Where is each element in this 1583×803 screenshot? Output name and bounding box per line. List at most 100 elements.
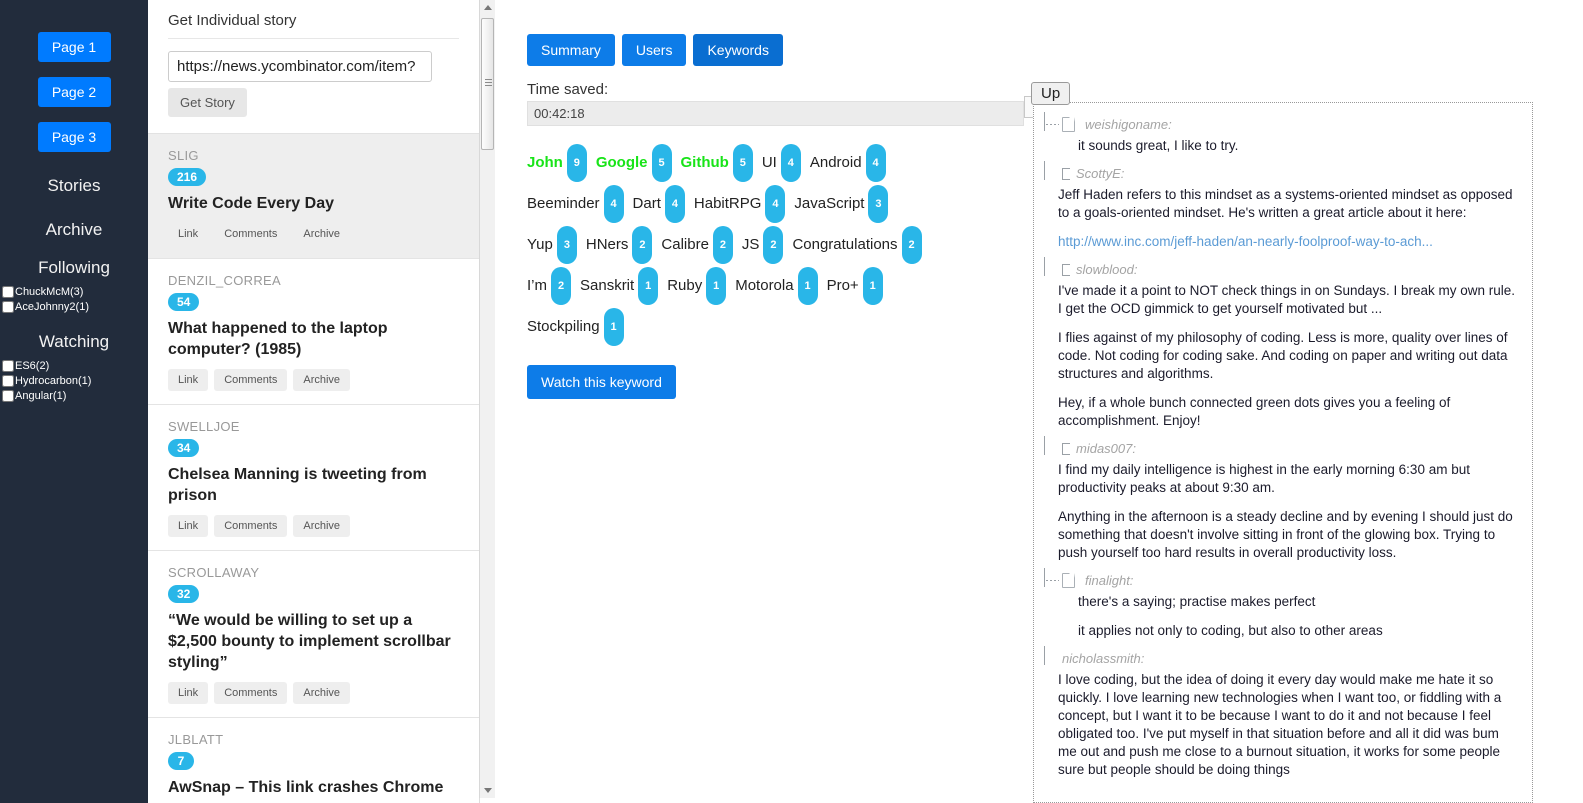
comment-paragraph: it applies not only to coding, but also … — [1078, 623, 1383, 638]
comment: weishigoname: it sounds great, I like to … — [1034, 111, 1532, 155]
story-url-input[interactable] — [168, 51, 432, 82]
keyword-tag[interactable]: Github 5 — [681, 144, 753, 182]
keyword-tag[interactable]: HabitRPG 4 — [694, 185, 786, 223]
tab-keywords[interactable]: Keywords — [693, 34, 783, 66]
story-list-scrollbar[interactable] — [479, 0, 495, 798]
keyword-count-badge: 2 — [712, 226, 733, 264]
story-comments-button[interactable]: Comments — [214, 682, 288, 704]
page-2-button[interactable]: Page 2 — [37, 77, 111, 107]
story-score-badge: 32 — [168, 585, 200, 603]
keyword-count-badge: 4 — [664, 185, 685, 223]
watch-this-keyword-button[interactable]: Watch this keyword — [527, 365, 676, 399]
comment-link[interactable]: http://www.inc.com/jeff-haden/an-nearly-… — [1058, 234, 1433, 249]
get-story-button[interactable]: Get Story — [168, 88, 247, 117]
watching-item[interactable]: ES6(2) — [2, 359, 148, 373]
comment-author[interactable]: nicholassmith: — [1062, 651, 1144, 666]
comment-author[interactable]: ScottyE: — [1076, 166, 1124, 181]
comments-panel[interactable]: weishigoname: it sounds great, I like to … — [1033, 102, 1533, 803]
keyword-tag[interactable]: Beeminder 4 — [527, 185, 624, 223]
keyword-tag[interactable]: JavaScript 3 — [794, 185, 889, 223]
keyword-tag[interactable]: I’m 2 — [527, 267, 571, 305]
comment-author[interactable]: weishigoname: — [1085, 117, 1172, 132]
watching-item[interactable]: Hydrocarbon(1) — [2, 374, 148, 388]
story-link-button[interactable]: Link — [168, 369, 209, 391]
story-comments-button[interactable]: Comments — [214, 223, 288, 245]
keyword-tag[interactable]: Google 5 — [596, 144, 672, 182]
keyword-tag[interactable]: UI 4 — [762, 144, 801, 182]
story-item[interactable]: JLBLATT 7 AwSnap – This link crashes Chrom… — [148, 718, 479, 803]
story-link-button[interactable]: Link — [168, 223, 209, 245]
page-1-button[interactable]: Page 1 — [37, 32, 111, 62]
story-title[interactable]: Chelsea Manning is tweeting from prison — [168, 464, 459, 506]
story-title[interactable]: Write Code Every Day — [168, 193, 459, 214]
story-comments-button[interactable]: Comments — [214, 369, 288, 391]
story-link-button[interactable]: Link — [168, 682, 209, 704]
story-score-badge: 54 — [168, 293, 200, 311]
collapse-bracket-icon[interactable] — [1062, 442, 1070, 455]
up-button[interactable]: Up — [1031, 82, 1071, 105]
keyword-tag[interactable]: Calibre 2 — [661, 226, 733, 264]
tree-connector-icon — [1040, 256, 1062, 276]
following-checkbox[interactable] — [2, 286, 14, 298]
comment-author[interactable]: midas007: — [1076, 441, 1136, 456]
tree-connector-icon — [1040, 435, 1062, 455]
keyword-tag[interactable]: Stockpiling 1 — [527, 308, 624, 346]
following-checkbox[interactable] — [2, 301, 14, 313]
comment-body: Jeff Haden refers to this mindset as a s… — [1034, 186, 1520, 251]
comment-header: finalight: — [1034, 567, 1520, 588]
story-comments-button[interactable]: Comments — [214, 515, 288, 537]
keyword-tag[interactable]: Ruby 1 — [667, 267, 727, 305]
tabbar: Summary Users Keywords — [496, 0, 1026, 66]
following-item-label: AceJohnny2(1) — [15, 301, 89, 313]
comment-paragraph: I've made it a point to NOT check things… — [1058, 283, 1516, 316]
story-archive-button[interactable]: Archive — [293, 223, 351, 245]
keyword-tag[interactable]: Congratulations 2 — [792, 226, 922, 264]
keyword-tag[interactable]: John 9 — [527, 144, 587, 182]
story-item[interactable]: SLIG 216 Write Code Every Day Link Comments A… — [148, 134, 479, 259]
scroll-up-arrow-icon[interactable] — [480, 0, 495, 15]
story-actions: Link Comments Archive — [168, 515, 459, 537]
story-archive-button[interactable]: Archive — [293, 369, 351, 391]
comment: nicholassmith: I love coding, but the ide… — [1034, 645, 1532, 779]
tab-users[interactable]: Users — [621, 34, 687, 66]
comment-author[interactable]: slowblood: — [1076, 262, 1137, 277]
collapse-bracket-icon[interactable] — [1062, 263, 1070, 276]
story-item[interactable]: SWELLJOE 34 Chelsea Manning is tweeting fr… — [148, 405, 479, 551]
keyword-tag[interactable]: Pro+ 1 — [827, 267, 883, 305]
sidebar-item-stories[interactable]: Stories — [0, 176, 148, 196]
watching-checkbox[interactable] — [2, 360, 14, 372]
following-item[interactable]: AceJohnny2(1) — [2, 300, 148, 314]
sidebar-item-archive[interactable]: Archive — [0, 220, 148, 240]
comment-body: it sounds great, I like to try. — [1034, 137, 1520, 155]
story-actions: Link Comments Archive — [168, 369, 459, 391]
watching-checkbox[interactable] — [2, 375, 14, 387]
watching-checkbox[interactable] — [2, 390, 14, 402]
comment-author[interactable]: finalight: — [1085, 573, 1133, 588]
comment-header: weishigoname: — [1034, 111, 1520, 132]
keyword-tag[interactable]: JS 2 — [742, 226, 784, 264]
following-item[interactable]: ChuckMcM(3) — [2, 285, 148, 299]
collapse-bracket-icon[interactable] — [1062, 167, 1070, 180]
keyword-tag[interactable]: Motorola 1 — [735, 267, 818, 305]
keyword-label: Github — [680, 154, 729, 171]
keyword-tag[interactable]: Android 4 — [810, 144, 886, 182]
story-title[interactable]: AwSnap – This link crashes Chrome — [168, 777, 459, 798]
keyword-tag[interactable]: Yup 3 — [527, 226, 577, 264]
scrollbar-thumb[interactable] — [481, 18, 494, 150]
keyword-tag[interactable]: Sanskrit 1 — [580, 267, 659, 305]
story-item[interactable]: SCROLLAWAY 32 “We would be willing to set … — [148, 551, 479, 718]
story-archive-button[interactable]: Archive — [293, 515, 351, 537]
keyword-label: Congratulations — [792, 236, 898, 253]
watching-item[interactable]: Angular(1) — [2, 389, 148, 403]
story-title[interactable]: “We would be willing to set up a $2,500 … — [168, 610, 459, 673]
scroll-down-arrow-icon[interactable] — [480, 783, 495, 798]
story-archive-button[interactable]: Archive — [293, 682, 351, 704]
story-link-button[interactable]: Link — [168, 515, 209, 537]
keyword-tag[interactable]: Dart 4 — [633, 185, 685, 223]
keyword-tag[interactable]: HNers 2 — [586, 226, 653, 264]
tab-summary[interactable]: Summary — [527, 34, 615, 66]
page-3-button[interactable]: Page 3 — [37, 122, 111, 152]
story-item[interactable]: DENZIL_CORREA 54 What happened to the lapt… — [148, 259, 479, 405]
keyword-label: Dart — [632, 195, 661, 212]
story-title[interactable]: What happened to the laptop computer? (1… — [168, 318, 459, 360]
